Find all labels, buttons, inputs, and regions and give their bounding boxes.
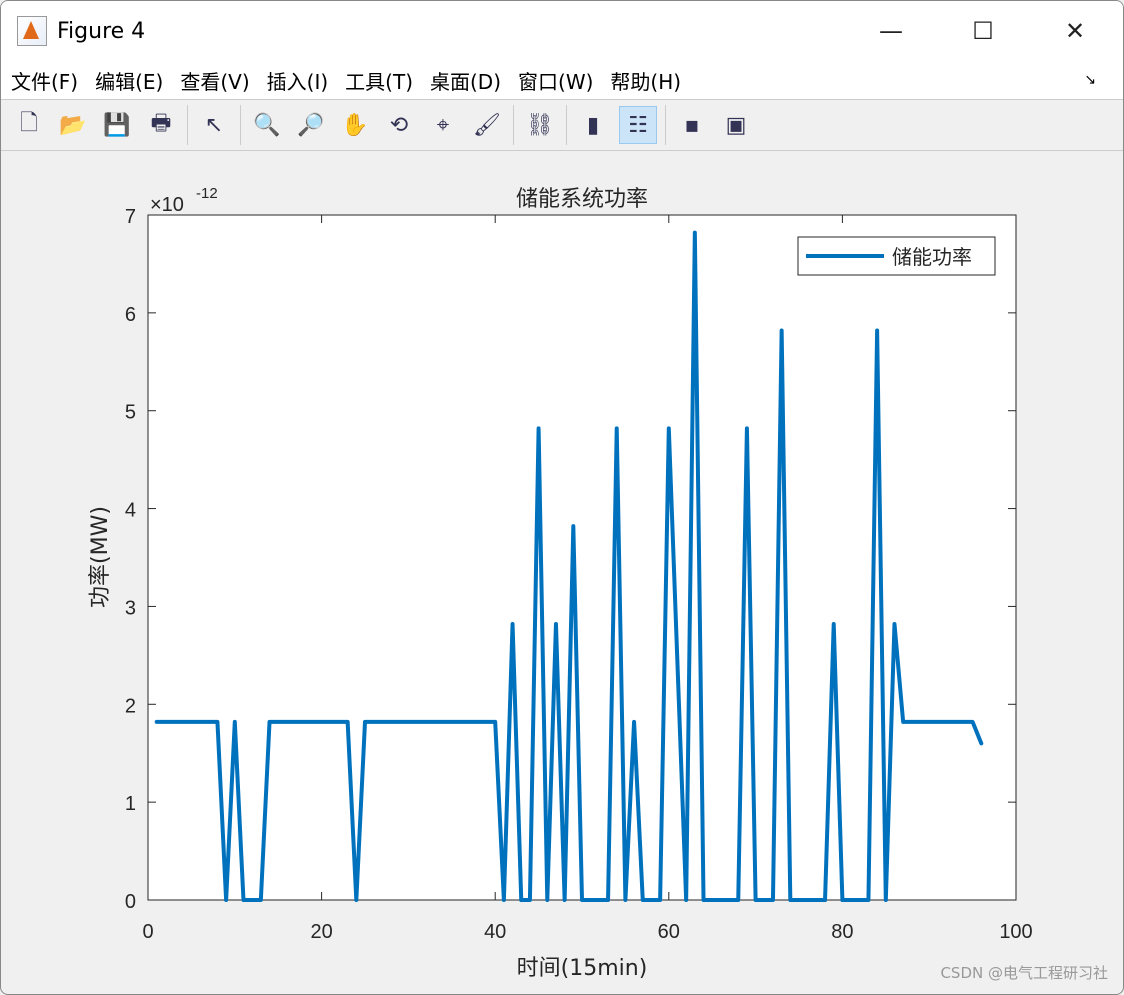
y-tick-label: 6 xyxy=(125,304,136,326)
x-tick-label: 20 xyxy=(310,921,332,943)
x-tick-label: 80 xyxy=(831,921,853,943)
x-tick-label: 100 xyxy=(999,921,1032,943)
x-tick-label: 40 xyxy=(484,921,506,943)
y-tick-label: 3 xyxy=(125,597,136,619)
y-tick-label: 0 xyxy=(125,891,136,913)
x-axis-label: 时间(15min) xyxy=(517,956,648,981)
chart: 0 20 40 60 80 100 0 1 2 3 4 5 6 7 ×10 -12 储能系统功率时间(15min… xyxy=(88,185,1033,981)
y-axis-label: 功率(MW) xyxy=(88,506,113,608)
y-tick-label: 4 xyxy=(125,500,136,522)
y-tick-label: 2 xyxy=(125,695,136,717)
exponent-label: ×10 xyxy=(150,194,184,216)
exponent-value: -12 xyxy=(196,185,218,202)
y-tick-label: 7 xyxy=(125,206,136,228)
y-tick-label: 1 xyxy=(125,793,136,815)
chart-title: 储能系统功率 xyxy=(516,187,648,212)
y-tick-label: 5 xyxy=(125,402,136,424)
watermark: CSDN @电气工程研习社 xyxy=(940,964,1108,982)
x-tick-label: 60 xyxy=(658,921,680,943)
x-tick-label: 0 xyxy=(142,921,153,943)
legend-label: 储能功率 xyxy=(892,245,972,269)
